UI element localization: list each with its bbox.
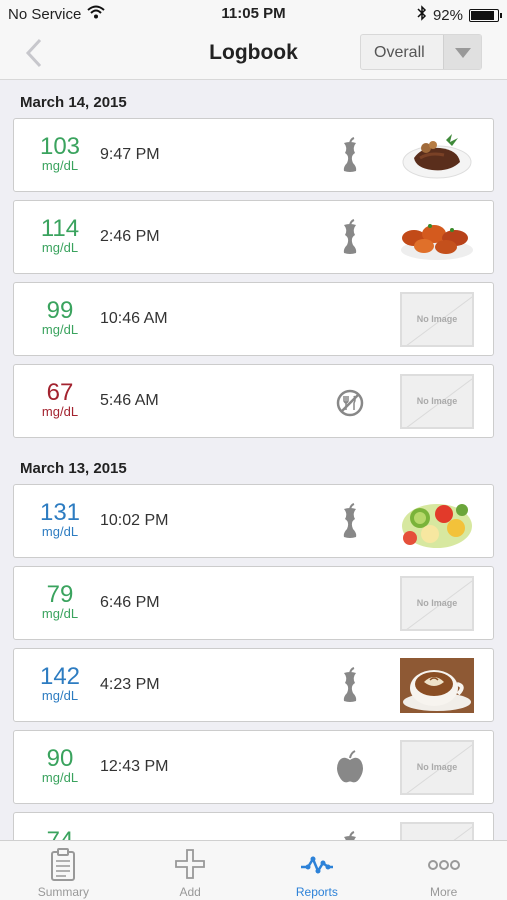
entry-time: 6:46 PM <box>100 594 160 611</box>
entry-time: 2:46 PM <box>100 228 160 245</box>
glucose-value: 79 <box>46 581 74 608</box>
entry-time: 4:23 PM <box>100 676 160 693</box>
tab-more[interactable]: More <box>380 841 507 900</box>
glucose-unit: mg/dL <box>41 770 79 785</box>
glucose-value: 74 <box>30 829 90 841</box>
glucose-value: 99 <box>46 297 74 324</box>
glucose-value: 103 <box>39 133 81 160</box>
log-entry-row[interactable]: 67 mg/dL 5:46 AM No Image <box>13 364 494 438</box>
glucose-unit: mg/dL <box>41 404 79 419</box>
meal-photo-wings[interactable] <box>400 210 474 265</box>
after-meal-icon <box>334 831 366 840</box>
log-entry-row[interactable]: 74mg/dL No Image <box>13 812 494 840</box>
bluetooth-icon <box>417 5 427 25</box>
no-image-placeholder[interactable]: No Image <box>400 576 474 631</box>
section-date-header: March 14, 2015 <box>20 94 127 111</box>
glucose-unit: mg/dL <box>41 606 79 621</box>
log-entry-row[interactable]: 79 mg/dL 6:46 PM No Image <box>13 566 494 640</box>
glucose-unit: mg/dL <box>41 524 79 539</box>
glucose-reading: 74mg/dL <box>30 829 90 841</box>
tab-label: Summary <box>37 885 90 899</box>
glucose-reading: 131 mg/dL <box>30 499 90 539</box>
glucose-reading: 99 mg/dL <box>30 297 90 337</box>
tab-bar: Summary Add Reports More <box>0 840 507 900</box>
battery-icon <box>469 8 502 22</box>
entry-time: 9:47 PM <box>100 146 160 163</box>
glucose-value: 142 <box>39 663 81 690</box>
fasting-icon <box>334 383 366 421</box>
status-bar: No Service 11:05 PM 92% <box>0 0 507 28</box>
glucose-value: 131 <box>39 499 81 526</box>
filter-dropdown[interactable]: Overall <box>360 34 482 70</box>
after-meal-icon <box>334 503 366 541</box>
before-meal-icon <box>334 749 366 787</box>
glucose-reading: 114 mg/dL <box>30 215 90 255</box>
no-image-label: No Image <box>416 762 458 772</box>
glucose-unit: mg/dL <box>41 688 79 703</box>
log-entry-row[interactable]: 142 mg/dL 4:23 PM <box>13 648 494 722</box>
tab-reports[interactable]: Reports <box>254 841 381 900</box>
glucose-reading: 103 mg/dL <box>30 133 90 173</box>
entry-time: 5:46 AM <box>100 392 159 409</box>
glucose-unit: mg/dL <box>41 322 79 337</box>
after-meal-icon <box>334 219 366 257</box>
navigation-bar: Logbook Overall <box>0 28 507 80</box>
tab-label: Add <box>179 885 201 899</box>
pulse-icon <box>300 847 334 881</box>
tab-summary[interactable]: Summary <box>0 841 127 900</box>
glucose-value: 114 <box>40 215 80 242</box>
battery-percent: 92% <box>432 6 463 24</box>
log-entry-row[interactable]: 114 mg/dL 2:46 PM <box>13 200 494 274</box>
meal-photo-steak[interactable] <box>400 128 474 183</box>
no-image-label: No Image <box>416 314 458 324</box>
log-entry-row[interactable]: 131 mg/dL 10:02 PM <box>13 484 494 558</box>
entry-time: 12:43 PM <box>100 758 169 775</box>
no-image-placeholder[interactable]: No Image <box>400 740 474 795</box>
meal-photo-coffee[interactable] <box>400 658 474 713</box>
dropdown-arrow-icon[interactable] <box>443 35 481 69</box>
entry-time: 10:02 PM <box>100 512 169 529</box>
glucose-reading: 79 mg/dL <box>30 581 90 621</box>
logbook-list[interactable]: March 14, 2015 103 mg/dL 9:47 PM 114 mg/dL 2:4… <box>0 80 507 840</box>
filter-value: Overall <box>374 44 425 61</box>
glucose-reading: 142 mg/dL <box>30 663 90 703</box>
log-entry-row[interactable]: 99 mg/dL 10:46 AM No Image <box>13 282 494 356</box>
more-dots-icon <box>427 847 461 881</box>
section-date-header: March 13, 2015 <box>20 460 127 477</box>
tab-label: Reports <box>295 885 338 899</box>
meal-photo-fruit[interactable] <box>400 494 474 549</box>
no-image-label: No Image <box>416 396 458 406</box>
glucose-reading: 67 mg/dL <box>30 379 90 419</box>
no-image-placeholder[interactable]: No Image <box>400 374 474 429</box>
plus-icon <box>173 847 207 881</box>
glucose-reading: 90 mg/dL <box>30 745 90 785</box>
glucose-value: 67 <box>46 379 74 406</box>
tab-add[interactable]: Add <box>127 841 254 900</box>
entry-time: 10:46 AM <box>100 310 168 327</box>
no-image-placeholder[interactable]: No Image <box>400 292 474 347</box>
after-meal-icon <box>334 137 366 175</box>
log-entry-row[interactable]: 103 mg/dL 9:47 PM <box>13 118 494 192</box>
no-image-label: No Image <box>416 598 458 608</box>
clipboard-icon <box>46 847 80 881</box>
glucose-unit: mg/dL <box>41 158 79 173</box>
no-image-placeholder[interactable]: No Image <box>400 822 474 840</box>
tab-label: More <box>429 885 458 899</box>
after-meal-icon <box>334 667 366 705</box>
log-entry-row[interactable]: 90 mg/dL 12:43 PM No Image <box>13 730 494 804</box>
glucose-unit: mg/dL <box>41 240 79 255</box>
glucose-value: 90 <box>46 745 74 772</box>
